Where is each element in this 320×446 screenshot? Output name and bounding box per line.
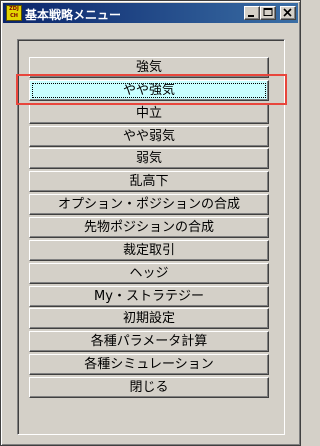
menu-button-12[interactable]: 初期設定 [29,308,269,329]
window-title: 基本戦略メニュー [25,8,122,22]
menu-button-8[interactable]: 先物ポジションの合成 [29,217,269,238]
maximize-icon [263,8,273,16]
menu-button-7[interactable]: オプション・ポジションの合成 [29,194,269,215]
menu-button-11[interactable]: My・ストラテジー [29,286,269,307]
menu-button-10[interactable]: ヘッジ [29,263,269,284]
close-button[interactable] [280,6,296,20]
menu-button-15[interactable]: 閉じる [29,377,269,398]
close-icon [283,8,292,17]
menu-button-6[interactable]: 乱高下 [29,171,269,192]
minimize-icon [248,15,254,17]
maximize-button[interactable] [260,6,276,20]
menu-button-5[interactable]: 弱気 [29,148,269,169]
minimize-button[interactable] [244,6,260,20]
app-icon[interactable]: ZDJ CH [6,5,22,21]
title-bar[interactable]: ZDJ CH 基本戦略メニュー [3,3,298,23]
menu-button-14[interactable]: 各種シミュレーション [29,354,269,375]
main-window: ZDJ CH 基本戦略メニュー 強気 やや強気 中立 やや弱気 弱気 乱高下 オプション・ポ… [0,0,301,446]
menu-button-2[interactable]: やや強気 [29,80,269,101]
menu-button-4[interactable]: やや弱気 [29,126,269,147]
menu-button-3[interactable]: 中立 [29,103,269,124]
menu-button-9[interactable]: 裁定取引 [29,240,269,261]
menu-button-13[interactable]: 各種パラメータ計算 [29,331,269,352]
menu-button-1[interactable]: 強気 [29,57,269,78]
